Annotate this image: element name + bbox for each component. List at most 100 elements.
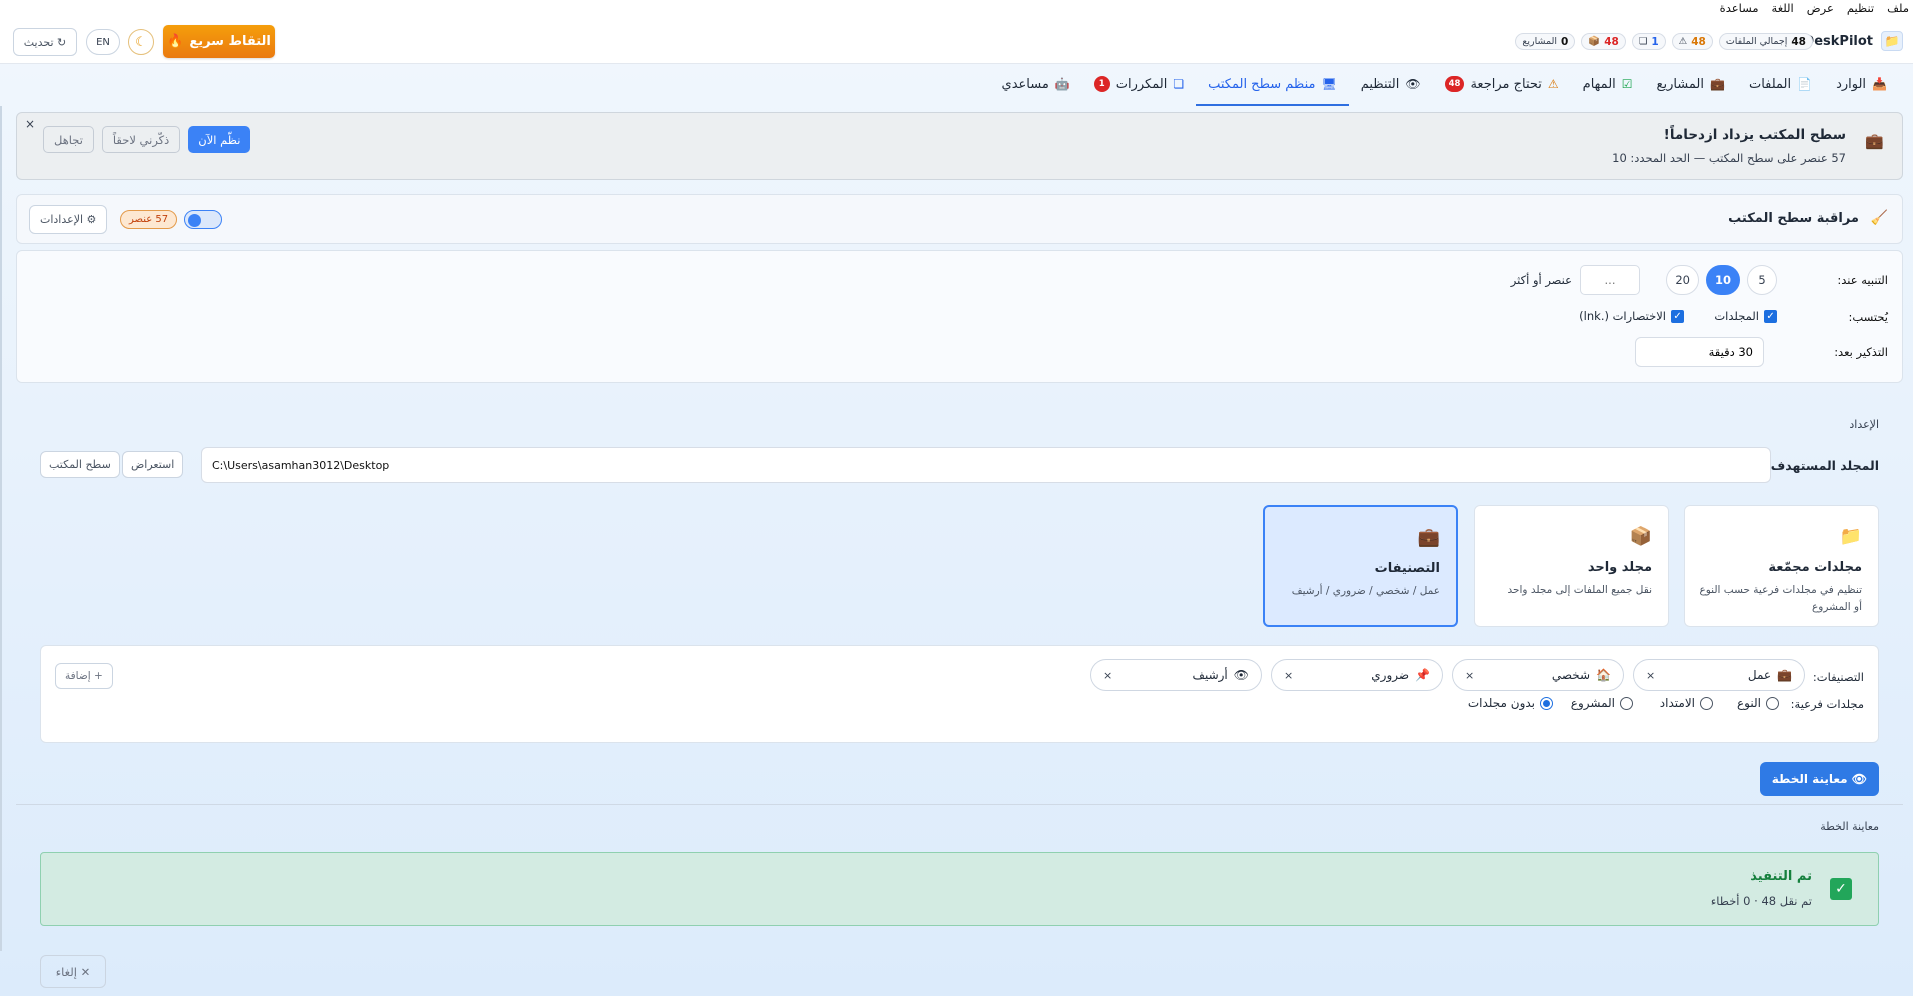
alert-title: سطح المكتب يزداد ازدحاماً! [1663, 127, 1846, 143]
app-header: 📁 DeskPilot 48 إجمالي الملفات 48 ⚠ 1 ❏ 48 📦 … [0, 16, 1913, 64]
remind-later-button[interactable]: ذكّرني لاحقاً [101, 126, 181, 153]
category-chip-work[interactable]: 💼 عمل × [1633, 659, 1805, 691]
threshold-option-10[interactable]: 10 [1705, 265, 1740, 295]
toggle-knob [188, 213, 201, 227]
warning-icon: ⚠ [1547, 77, 1559, 91]
tab-inbox[interactable]: 📥 الوارد [1824, 64, 1899, 106]
menu-language[interactable]: اللغة [1772, 0, 1794, 16]
mode-grouped-folders-card[interactable]: 📁 مجلدات مجمّعة تنظيم في مجلدات فرعية حس… [1684, 505, 1879, 627]
stat-warnings: 48 ⚠ [1671, 33, 1713, 50]
tab-duplicates[interactable]: ❏ المكررات 1 [1082, 64, 1196, 106]
remind-label: التذكير بعد: [1834, 345, 1888, 359]
cancel-button[interactable]: ✕ إلغاء [40, 955, 106, 988]
clutter-alert: 💼 سطح المكتب يزداد ازدحاماً! 57 عنصر على… [16, 112, 1903, 180]
home-icon: 🏠 [1596, 668, 1611, 682]
tab-assistant[interactable]: 🤖 مساعدي [990, 64, 1082, 106]
remove-category-icon[interactable]: × [1284, 669, 1293, 682]
briefcase-icon: 💼 [1777, 668, 1792, 682]
remind-interval-input[interactable] [1635, 337, 1764, 367]
preview-plan-button[interactable]: 👁 معاينة الخطة [1759, 762, 1879, 796]
menu-organize[interactable]: تنظيم [1847, 0, 1874, 16]
box-icon: 📦 [1629, 526, 1652, 547]
archive-icon: 👁 [1233, 668, 1249, 682]
count-shortcuts-checkbox[interactable]: ✓ الاختصارات (.lnk) [1579, 309, 1684, 323]
monitor-settings-button[interactable]: ⚙ الإعدادات [29, 205, 108, 234]
alert-actions: نظّم الآن ذكّرني لاحقاً تجاهل [43, 126, 251, 153]
inbox-icon: 📥 [1872, 77, 1887, 91]
organize-now-button[interactable]: نظّم الآن [188, 126, 251, 153]
robot-icon: 🤖 [1054, 77, 1070, 91]
subfolder-radio-type[interactable]: النوع [1737, 696, 1779, 710]
stat-projects: 0 المشاريع [1515, 33, 1576, 50]
eye-icon: 👁 [1851, 772, 1867, 786]
tab-tasks[interactable]: ☑ المهام [1571, 64, 1645, 106]
subfolders-label: مجلدات فرعية: [1790, 697, 1864, 711]
remove-category-icon[interactable]: × [1646, 669, 1655, 682]
subfolder-radio-extension[interactable]: الامتداد [1660, 696, 1713, 710]
checkmark-icon: ✓ [1671, 309, 1684, 323]
preview-section-title: معاينة الخطة [1820, 820, 1879, 833]
execution-result-banner: ✓ تم التنفيذ تم نقل 48 · 0 أخطاء [40, 852, 1879, 926]
pin-icon: 📌 [1415, 668, 1430, 682]
broom-icon: 🧹 [1870, 210, 1888, 226]
stats-bar: 48 إجمالي الملفات 48 ⚠ 1 ❏ 48 📦 0 المشاريع [1515, 33, 1813, 50]
desktop-path-button[interactable]: سطح المكتب [40, 451, 120, 478]
category-chip-personal[interactable]: 🏠 شخصي × [1452, 659, 1624, 691]
app-name: DeskPilot [1803, 33, 1873, 49]
close-icon[interactable]: × [25, 117, 35, 131]
warning-icon: ⚠ [1678, 36, 1688, 47]
threshold-option-5[interactable]: 5 [1747, 265, 1777, 295]
tab-files[interactable]: 📄 الملفات [1737, 64, 1824, 106]
mode-single-folder-card[interactable]: 📦 مجلد واحد نقل جميع الملفات إلى مجلد وا… [1474, 505, 1669, 627]
subfolder-radio-project[interactable]: المشروع [1571, 696, 1633, 710]
mode-categories-card[interactable]: 💼 التصنيفات عمل / شخصي / ضروري / أرشيف [1263, 505, 1458, 627]
stat-items: 48 📦 [1581, 33, 1626, 50]
radio-indicator [1540, 696, 1553, 710]
briefcase-icon: 💼 [1865, 132, 1884, 150]
category-chip-archive[interactable]: 👁 أرشيف × [1090, 659, 1262, 691]
tab-needs-review[interactable]: ⚠ تحتاج مراجعة 48 [1433, 64, 1571, 106]
browse-button[interactable]: استعراض [122, 451, 184, 478]
threshold-custom-input[interactable] [1580, 265, 1640, 295]
folder-icon: 📁 [1839, 526, 1862, 547]
tab-organize[interactable]: 👁 التنظيم [1349, 64, 1433, 106]
folder-icon: 📁 [1881, 31, 1903, 51]
tab-desktop-organizer[interactable]: 🖥 منظم سطح المكتب [1196, 64, 1349, 106]
box-icon: 📦 [1588, 36, 1601, 47]
checkmark-icon: ✓ [1764, 309, 1777, 323]
category-chip-important[interactable]: 📌 ضروري × [1271, 659, 1443, 691]
quick-capture-button[interactable]: التقاط سريع 🔥 [163, 25, 275, 58]
radio-indicator [1700, 696, 1713, 710]
remove-category-icon[interactable]: × [1465, 669, 1474, 682]
menu-file[interactable]: ملف [1887, 0, 1909, 16]
categories-card: التصنيفات: 💼 عمل × 🏠 شخصي × 📌 ضروري × 👁 أرشي… [40, 645, 1879, 743]
remove-category-icon[interactable]: × [1103, 669, 1112, 682]
count-label: يُحتسب: [1848, 310, 1888, 324]
brand: 📁 DeskPilot [1803, 31, 1903, 51]
monitor-toggle[interactable] [184, 210, 222, 229]
count-folders-checkbox[interactable]: ✓ المجلدات [1714, 309, 1777, 323]
monitor-title: مراقبة سطح المكتب [1728, 211, 1859, 226]
theme-toggle-button[interactable]: ☾ [128, 29, 154, 55]
refresh-button[interactable]: ↻ تحديث [13, 28, 77, 56]
result-title: تم التنفيذ [1750, 869, 1812, 884]
file-icon: 📄 [1797, 77, 1813, 91]
menu-help[interactable]: مساعدة [1720, 0, 1759, 16]
threshold-suffix: عنصر أو أكثر [1510, 273, 1572, 287]
ignore-button[interactable]: تجاهل [43, 126, 94, 153]
check-icon: ☑ [1621, 77, 1633, 91]
menu-view[interactable]: عرض [1807, 0, 1834, 16]
duplicates-count-badge: 1 [1093, 76, 1110, 92]
target-folder-input[interactable] [201, 447, 1771, 483]
section-divider [16, 804, 1903, 805]
main-tabs: 📥 الوارد 📄 الملفات 💼 المشاريع ☑ المهام ⚠ تحتا… [0, 64, 1913, 106]
success-check-icon: ✓ [1830, 878, 1852, 900]
subfolder-radio-none[interactable]: بدون مجلدات [1468, 696, 1553, 710]
left-rule [0, 106, 2, 951]
threshold-option-20[interactable]: 20 [1666, 265, 1699, 295]
add-category-button[interactable]: + إضافة [55, 663, 113, 689]
tab-projects[interactable]: 💼 المشاريع [1645, 64, 1737, 106]
language-button[interactable]: EN [86, 29, 120, 55]
target-folder-label: المجلد المستهدف: [1765, 458, 1879, 473]
threshold-label: التنبيه عند: [1837, 273, 1888, 287]
